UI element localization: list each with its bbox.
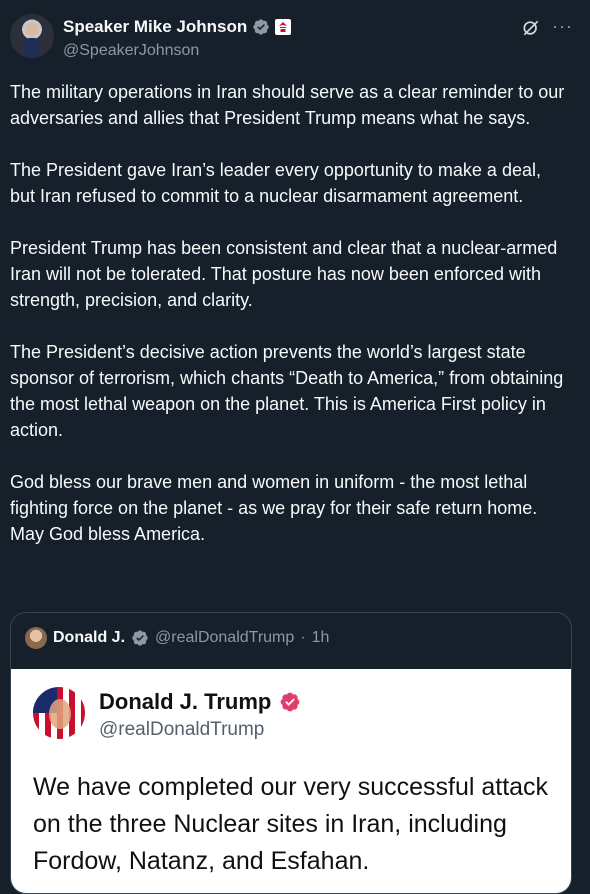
quoted-author-handle: @realDonaldTrump	[155, 629, 295, 646]
government-badge-icon	[275, 19, 292, 35]
truth-social-screenshot: Donald J. Trump @realDonaldTrump We have…	[11, 669, 571, 893]
tweet-paragraph: President Trump has been consistent and …	[10, 238, 558, 310]
tweet-paragraph: The President’s decisive action prevents…	[10, 342, 564, 440]
tweet-text: The military operations in Iran should s…	[10, 79, 570, 573]
tweet-paragraph: The military operations in Iran should s…	[10, 82, 565, 128]
truth-verified-badge-icon	[280, 692, 300, 712]
truth-post-text: We have completed our very successful at…	[33, 773, 549, 875]
truth-name-row: Donald J. Trump	[99, 689, 301, 715]
truth-author-avatar	[33, 687, 85, 739]
separator-dot: ·	[300, 629, 306, 646]
grok-icon[interactable]	[521, 18, 541, 38]
quoted-author-avatar	[25, 627, 47, 649]
author-avatar[interactable]	[10, 14, 54, 58]
author-handle[interactable]: @SpeakerJohnson	[63, 42, 199, 60]
tweet-paragraph: The President gave Iran’s leader every o…	[10, 160, 541, 206]
quoted-post-header: Donald J. @realDonaldTrump · 1h	[25, 627, 329, 649]
tweet-paragraph: God bless our brave men and women in uni…	[10, 472, 538, 544]
truth-author-handle: @realDonaldTrump	[99, 719, 265, 740]
author-name-row: Speaker Mike Johnson	[63, 17, 292, 37]
more-icon[interactable]: ···	[552, 16, 573, 37]
quoted-post[interactable]: Donald J. @realDonaldTrump · 1h Donald J…	[10, 612, 572, 894]
quoted-post-time: 1h	[311, 629, 330, 646]
quoted-author-name: Donald J.	[53, 629, 126, 646]
author-display-name[interactable]: Speaker Mike Johnson	[63, 17, 247, 37]
truth-author-name: Donald J. Trump	[99, 689, 272, 714]
tweet-header: Speaker Mike Johnson @SpeakerJohnson ···	[0, 0, 590, 70]
verified-badge-icon	[132, 630, 148, 646]
verified-badge-icon	[253, 19, 269, 35]
